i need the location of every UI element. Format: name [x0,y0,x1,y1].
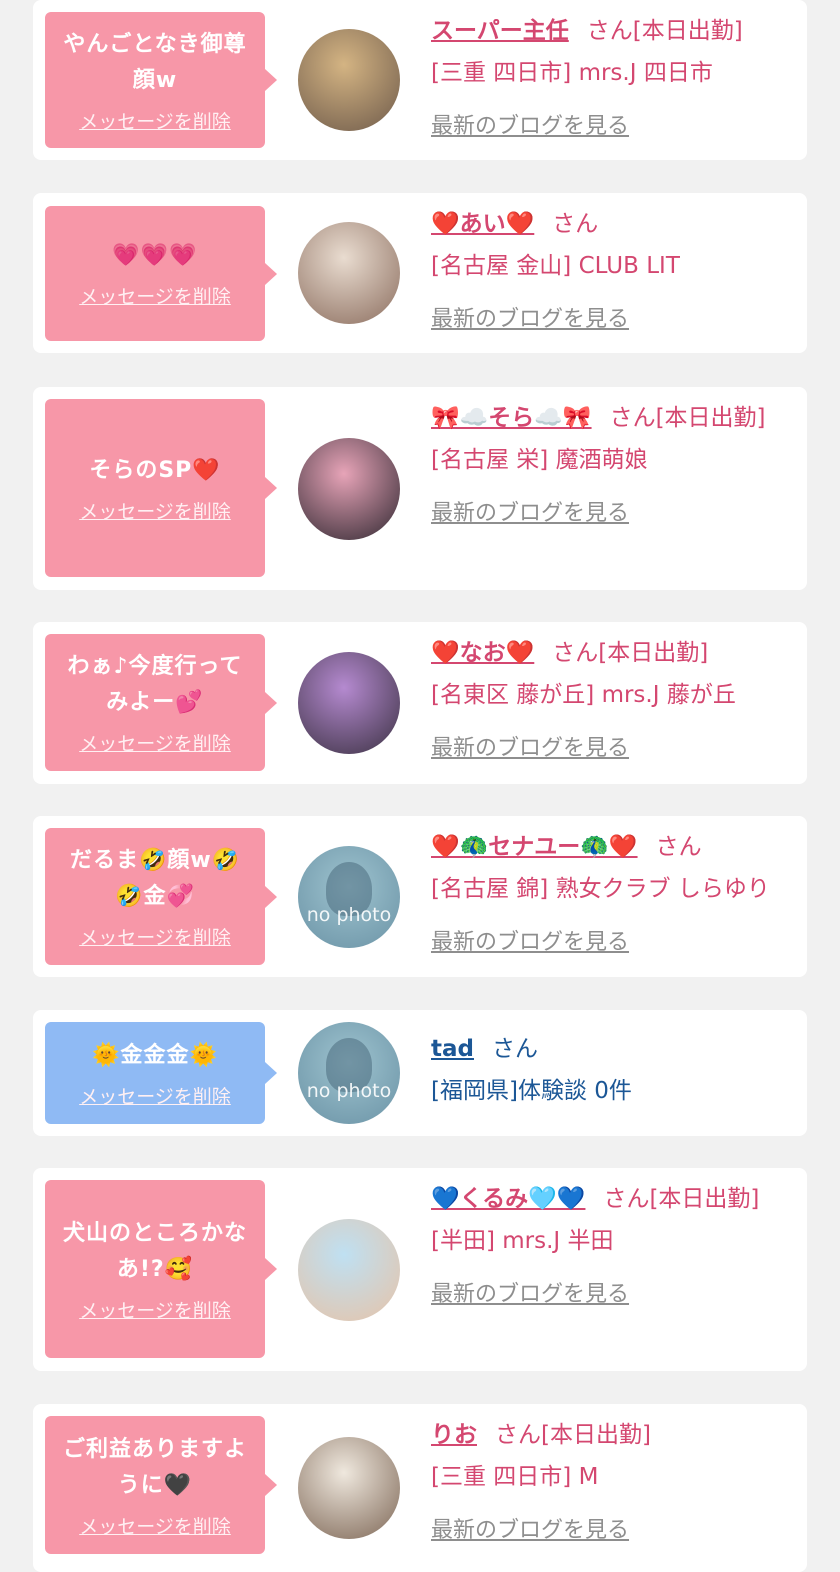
message-card: だるま🤣顔w🤣🤣金💞 メッセージを削除 no photo ❤️🦚セナユー🦚❤️ さん [名… [33,816,807,977]
no-photo-label: no photo [306,904,392,926]
sender-line: 🎀☁️そら☁️🎀 さん[本日出勤] [431,397,799,439]
message-bubble: やんごとなき御尊顔w メッセージを削除 [45,12,277,148]
sender-location: [名古屋 栄] 魔酒萌娘 [431,447,648,473]
sender-suffix: さん [655,834,702,860]
delete-message-link[interactable]: メッセージを削除 [79,497,231,524]
sender-suffix: さん[本日出勤] [495,1422,651,1448]
delete-message-link[interactable]: メッセージを削除 [79,107,231,134]
latest-blog-link[interactable]: 最新のブログを見る [431,728,799,770]
avatar[interactable] [298,1437,400,1539]
sender-line: ❤️なお❤️ さん[本日出勤] [431,632,799,674]
sender-info: 💙くるみ🩵💙 さん[本日出勤] [半田] mrs.J 半田最新のブログを見る [431,1178,799,1316]
sender-line: ❤️あい❤️ さん [431,203,799,245]
message-card: やんごとなき御尊顔w メッセージを削除 スーパー主任 さん[本日出勤] [三重 四日市]… [33,0,807,160]
message-bubble: 犬山のところかなあ!?🥰 メッセージを削除 [45,1180,277,1358]
sender-location: [名古屋 金山] CLUB LIT [431,253,680,279]
message-text: だるま🤣顔w🤣🤣金💞 [69,848,241,909]
message-card: 犬山のところかなあ!?🥰 メッセージを削除 💙くるみ🩵💙 さん[本日出勤] [半田] m… [33,1168,807,1371]
no-photo-label: no photo [306,1080,392,1102]
sender-info: りお さん[本日出勤] [三重 四日市] M 最新のブログを見る [431,1414,799,1552]
sender-line: りお さん[本日出勤] [431,1414,799,1456]
sender-line: スーパー主任 さん[本日出勤] [431,10,799,52]
message-text: 💗💗💗 [112,243,198,268]
sender-name-link[interactable]: 💙くるみ🩵💙 [431,1186,585,1212]
sender-info: tad さん [福岡県]体験談 0件 [431,1028,799,1112]
latest-blog-link[interactable]: 最新のブログを見る [431,1510,799,1552]
sender-info: 🎀☁️そら☁️🎀 さん[本日出勤] [名古屋 栄] 魔酒萌娘最新のブログを見る [431,397,799,535]
avatar[interactable] [298,1219,400,1321]
message-bubble: 🌞金金金🌞 メッセージを削除 [45,1022,277,1124]
sender-info: ❤️🦚セナユー🦚❤️ さん [名古屋 錦] 熟女クラブ しらゆり最新のブログを見る [431,826,799,964]
message-bubble: わぁ♪今度行ってみよー💕 メッセージを削除 [45,634,277,771]
message-card: 💗💗💗 メッセージを削除 ❤️あい❤️ さん [名古屋 金山] CLUB LIT 最新のブ… [33,193,807,353]
sender-suffix: さん[本日出勤] [552,640,709,666]
message-text: やんごとなき御尊顔w [63,31,247,93]
avatar[interactable] [298,222,400,324]
avatar[interactable] [298,652,400,754]
message-card: 🌞金金金🌞 メッセージを削除 no photo tad さん [福岡県]体験談 0件 [33,1010,807,1136]
message-bubble: そらのSP❤️ メッセージを削除 [45,399,277,577]
sender-name-link[interactable]: 🎀☁️そら☁️🎀 [431,405,592,431]
message-text: 🌞金金金🌞 [92,1042,218,1068]
message-card: ご利益ありますように🖤 メッセージを削除 りお さん[本日出勤] [三重 四日市] M 最… [33,1404,807,1572]
latest-blog-link[interactable]: 最新のブログを見る [431,1274,799,1316]
sender-location: [三重 四日市] mrs.J 四日市 [431,60,713,86]
latest-blog-link[interactable]: 最新のブログを見る [431,299,799,341]
sender-suffix: さん [491,1036,538,1062]
sender-line: tad さん [431,1028,799,1070]
delete-message-link[interactable]: メッセージを削除 [79,729,231,756]
sender-location: [半田] mrs.J 半田 [431,1228,614,1254]
sender-name-link[interactable]: tad [431,1036,474,1062]
sender-line: ❤️🦚セナユー🦚❤️ さん [431,826,799,868]
sender-info: スーパー主任 さん[本日出勤] [三重 四日市] mrs.J 四日市最新のブログを見… [431,10,799,148]
message-text: わぁ♪今度行ってみよー💕 [67,654,243,715]
sender-suffix: さん[本日出勤] [586,18,743,44]
sender-name-link[interactable]: ❤️なお❤️ [431,640,534,666]
sender-suffix: さん[本日出勤] [603,1186,760,1212]
latest-blog-link[interactable]: 最新のブログを見る [431,922,799,964]
message-bubble: 💗💗💗 メッセージを削除 [45,206,277,341]
sender-location: [福岡県]体験談 0件 [431,1078,632,1104]
delete-message-link[interactable]: メッセージを削除 [79,1296,231,1323]
latest-blog-link[interactable]: 最新のブログを見る [431,106,799,148]
sender-line: 💙くるみ🩵💙 さん[本日出勤] [431,1178,799,1220]
message-text: そらのSP❤️ [89,457,221,483]
avatar[interactable]: no photo [298,1022,400,1124]
message-bubble: ご利益ありますように🖤 メッセージを削除 [45,1416,277,1554]
message-bubble: だるま🤣顔w🤣🤣金💞 メッセージを削除 [45,828,277,965]
delete-message-link[interactable]: メッセージを削除 [79,282,231,309]
sender-location: [名古屋 錦] 熟女クラブ しらゆり [431,876,770,902]
message-text: 犬山のところかなあ!?🥰 [62,1220,247,1282]
avatar[interactable] [298,29,400,131]
latest-blog-link[interactable]: 最新のブログを見る [431,493,799,535]
sender-location: [名東区 藤が丘] mrs.J 藤が丘 [431,682,736,708]
delete-message-link[interactable]: メッセージを削除 [79,1512,231,1539]
sender-location: [三重 四日市] M [431,1464,599,1490]
message-text: ご利益ありますように🖤 [62,1436,247,1498]
message-card: わぁ♪今度行ってみよー💕 メッセージを削除 ❤️なお❤️ さん[本日出勤] [名東区 藤… [33,622,807,784]
avatar[interactable]: no photo [298,846,400,948]
sender-info: ❤️あい❤️ さん [名古屋 金山] CLUB LIT 最新のブログを見る [431,203,799,341]
sender-info: ❤️なお❤️ さん[本日出勤] [名東区 藤が丘] mrs.J 藤が丘最新のブログを… [431,632,799,770]
sender-name-link[interactable]: スーパー主任 [431,18,569,44]
sender-name-link[interactable]: ❤️🦚セナユー🦚❤️ [431,834,638,860]
sender-name-link[interactable]: ❤️あい❤️ [431,211,534,237]
sender-suffix: さん[本日出勤] [609,405,766,431]
message-card: そらのSP❤️ メッセージを削除 🎀☁️そら☁️🎀 さん[本日出勤] [名古屋 栄] 魔… [33,387,807,590]
avatar[interactable] [298,438,400,540]
delete-message-link[interactable]: メッセージを削除 [79,923,231,950]
sender-name-link[interactable]: りお [431,1422,477,1448]
delete-message-link[interactable]: メッセージを削除 [79,1082,231,1109]
sender-suffix: さん [552,211,599,237]
